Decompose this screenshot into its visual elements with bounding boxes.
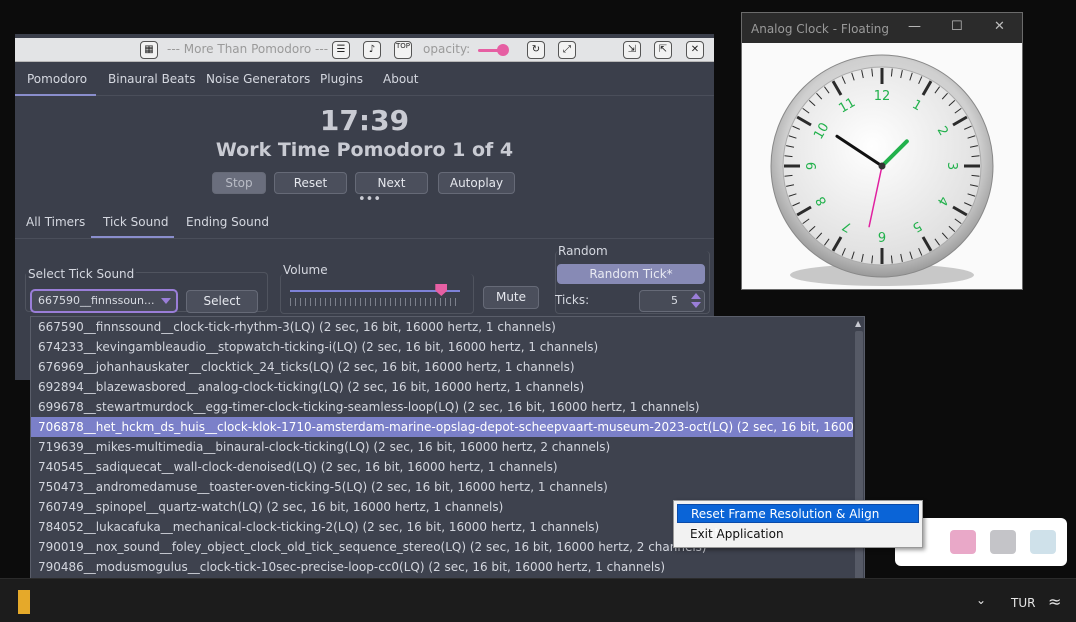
tab-tick-sound[interactable]: Tick Sound	[103, 215, 168, 229]
chevron-down-icon[interactable]	[691, 302, 701, 308]
exit-application-menu-item[interactable]: Exit Application	[677, 525, 919, 544]
ticks-label: Ticks:	[555, 293, 590, 307]
clock-hour-number: 9	[805, 162, 820, 170]
active-tab-indicator	[15, 94, 96, 96]
dropdown-option[interactable]: 692894__blazewasbored__analog-clock-tick…	[31, 377, 853, 397]
clock-center-pin	[878, 162, 886, 170]
more-options-icon[interactable]: •••	[358, 192, 381, 207]
minimize-icon[interactable]: —	[908, 19, 921, 34]
taskbar	[0, 578, 1076, 622]
random-tick-button[interactable]: Random Tick*	[557, 264, 705, 284]
mute-button[interactable]: Mute	[483, 286, 539, 309]
chevron-down-icon[interactable]	[161, 298, 171, 304]
dropdown-option[interactable]: 706878__het_hckm_ds_huis__clock-klok-171…	[31, 417, 853, 437]
combobox-value: 667590__finnssoun...	[38, 294, 155, 307]
ticks-value: 5	[671, 294, 678, 307]
language-indicator[interactable]: TUR	[1011, 596, 1035, 610]
tab-ending-sound[interactable]: Ending Sound	[186, 215, 269, 229]
clock-hour-number: 12	[874, 89, 891, 104]
select-button[interactable]: Select	[186, 290, 258, 313]
close-icon[interactable]: ✕	[686, 41, 704, 59]
refresh-icon[interactable]: ↻	[527, 41, 545, 59]
tray-app-icon[interactable]	[950, 530, 976, 554]
main-nav: Pomodoro Binaural Beats Noise Generators…	[15, 62, 714, 96]
opacity-label: opacity:	[423, 42, 471, 56]
fullscreen-icon[interactable]: ⇱	[654, 41, 672, 59]
list-icon[interactable]: ☰	[332, 41, 350, 59]
timer-display: 17:39	[319, 104, 410, 137]
dropdown-option[interactable]: 719639__mikes-multimedia__binaural-clock…	[31, 437, 853, 457]
tab-about[interactable]: About	[383, 72, 418, 86]
tab-noise-generators[interactable]: Noise Generators	[206, 72, 310, 86]
speaker-icon[interactable]: ♪	[363, 41, 381, 59]
tick-sound-dropdown-list[interactable]: 667590__finnssound__clock-tick-rhythm-3(…	[30, 316, 865, 614]
chevron-down-icon[interactable]: ⌄	[976, 593, 986, 607]
dropdown-option[interactable]: 790486__modusmogulus__clock-tick-10sec-p…	[31, 557, 853, 577]
top-icon-label: TOP	[395, 42, 410, 50]
tray-context-menu: Reset Frame Resolution & Align Center Ex…	[673, 500, 923, 548]
volume-scale	[290, 298, 460, 306]
clock-window-title: Analog Clock - Floating	[751, 22, 890, 36]
shrink-icon[interactable]: ⇲	[623, 41, 641, 59]
clock-hour-number: 3	[944, 162, 959, 170]
opacity-slider-knob[interactable]	[497, 44, 509, 56]
dropdown-option[interactable]: 750473__andromedamuse__toaster-oven-tick…	[31, 477, 853, 497]
dropdown-option[interactable]: 676969__johanhauskater__clocktick_24_tic…	[31, 357, 853, 377]
app-titlebar[interactable]: ▦ --- More Than Pomodoro --- ☰ ♪ TOP opa…	[15, 38, 714, 62]
expand-icon[interactable]: ⤢	[558, 41, 576, 59]
clock-face-area: 12 1 2 3 4 5 6 7 8 9 10 11	[742, 43, 1022, 289]
chevron-up-icon[interactable]	[691, 293, 701, 299]
autoplay-button[interactable]: Autoplay	[438, 172, 515, 194]
film-icon[interactable]: ▦	[140, 41, 158, 59]
wifi-icon[interactable]: ≈	[1048, 592, 1061, 611]
timer-status: Work Time Pomodoro 1 of 4	[215, 139, 514, 161]
stop-button[interactable]: Stop	[212, 172, 266, 194]
volume-group	[280, 274, 474, 314]
app-title: --- More Than Pomodoro ---	[167, 42, 329, 56]
scroll-up-icon[interactable]: ▲	[855, 319, 861, 328]
tab-plugins[interactable]: Plugins	[320, 72, 363, 86]
file-explorer-icon[interactable]	[18, 590, 30, 614]
analog-clock-window: Analog Clock - Floating — ☐ ✕ 12 1 2 3 4 5 6	[741, 12, 1023, 290]
tab-all-timers[interactable]: All Timers	[26, 215, 85, 229]
dropdown-option[interactable]: 674233__kevingambleaudio__stopwatch-tick…	[31, 337, 853, 357]
analog-clock: 121234567891011	[770, 54, 994, 286]
close-icon[interactable]: ✕	[994, 19, 1005, 34]
volume-slider[interactable]	[290, 290, 460, 292]
active-subtab-indicator	[91, 236, 174, 238]
tray-app-icon[interactable]	[990, 530, 1016, 554]
tray-app-icon[interactable]	[1030, 530, 1056, 554]
always-on-top-button[interactable]: TOP	[394, 41, 412, 59]
select-tick-label: Select Tick Sound	[26, 267, 137, 281]
tab-pomodoro[interactable]: Pomodoro	[27, 72, 87, 86]
clock-hour-number: 6	[878, 228, 886, 243]
tab-binaural-beats[interactable]: Binaural Beats	[108, 72, 196, 86]
reset-frame-menu-item[interactable]: Reset Frame Resolution & Align Center	[677, 504, 919, 540]
dropdown-option[interactable]: 740545__sadiquecat__wall-clock-denoised(…	[31, 457, 853, 477]
reset-button[interactable]: Reset	[274, 172, 347, 194]
dropdown-option[interactable]: 667590__finnssound__clock-tick-rhythm-3(…	[31, 317, 853, 337]
tick-sound-combobox[interactable]: 667590__finnssoun...	[30, 289, 178, 313]
clock-titlebar[interactable]: Analog Clock - Floating — ☐ ✕	[742, 13, 1022, 43]
ticks-spinner[interactable]: 5	[639, 290, 705, 312]
dropdown-option[interactable]: 699678__stewartmurdock__egg-timer-clock-…	[31, 397, 853, 417]
next-button[interactable]: Next	[355, 172, 428, 194]
maximize-icon[interactable]: ☐	[951, 19, 963, 34]
sub-tabs: All Timers Tick Sound Ending Sound	[15, 209, 714, 239]
